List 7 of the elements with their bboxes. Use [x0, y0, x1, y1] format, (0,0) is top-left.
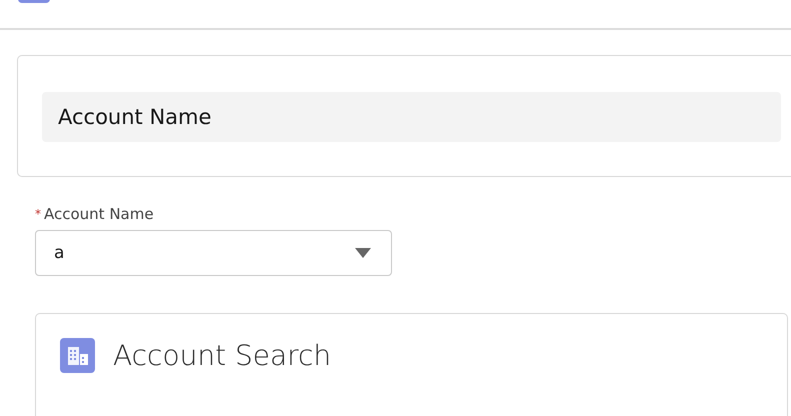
- section-title: Account Name: [42, 92, 781, 142]
- field-label: Account Name: [44, 205, 154, 223]
- account-name-combobox[interactable]: a: [35, 230, 392, 276]
- required-marker: *: [35, 207, 41, 221]
- card-title: Account Search: [113, 338, 332, 373]
- building-icon: [60, 338, 95, 373]
- dropdown-caret-icon: [355, 248, 371, 258]
